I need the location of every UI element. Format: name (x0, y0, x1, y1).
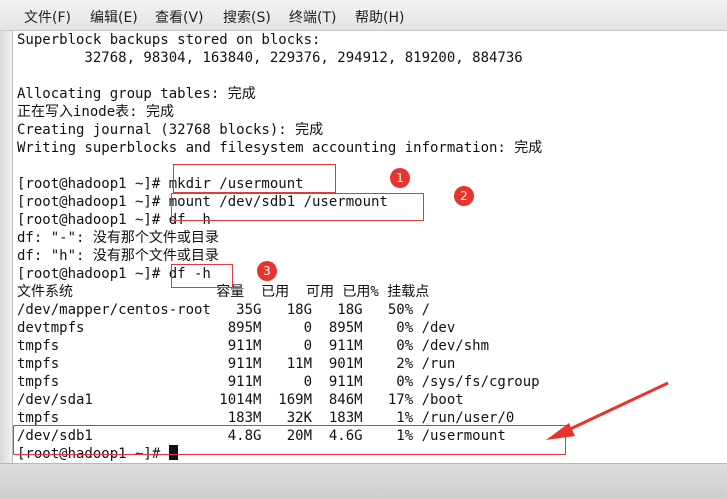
red-arrow-icon (546, 381, 669, 440)
window-bottom-bar (0, 463, 727, 499)
